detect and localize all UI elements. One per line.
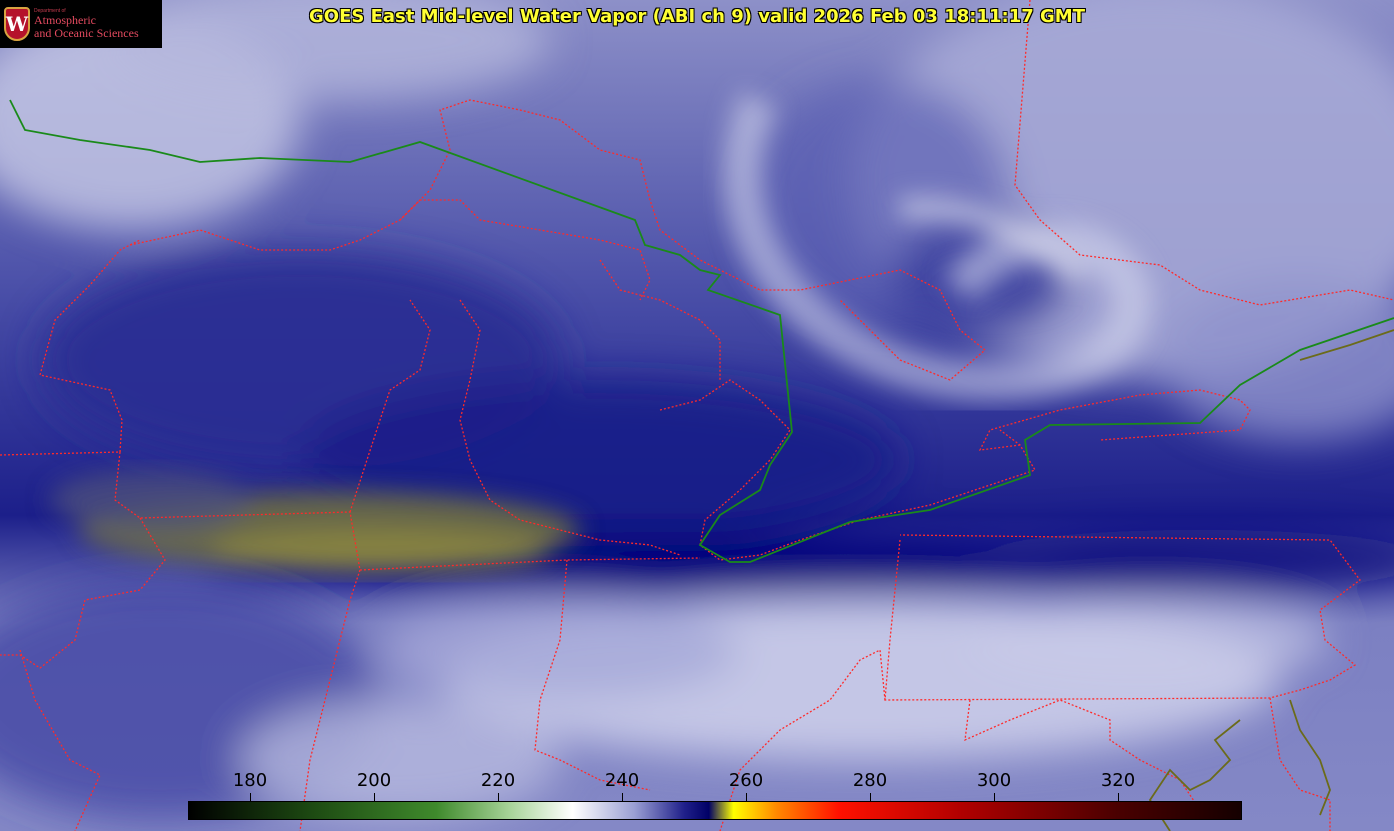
- colorbar-tick-mark: [622, 793, 623, 801]
- colorbar-tick-mark: [250, 793, 251, 801]
- colorbar-tick-label: 180: [232, 770, 268, 791]
- water-vapor-map: [0, 0, 1394, 831]
- logo-text: Department of Atmospheric and Oceanic Sc…: [34, 8, 139, 40]
- uw-aos-logo: W Department of Atmospheric and Oceanic …: [0, 0, 162, 48]
- colorbar-tick-label: 300: [976, 770, 1012, 791]
- colorbar-tick-mark: [498, 793, 499, 801]
- colorbar-tick-mark: [1118, 793, 1119, 801]
- colorbar-tick-label: 280: [852, 770, 888, 791]
- colorbar-tick-label: 320: [1100, 770, 1136, 791]
- logo-line1: Atmospheric: [34, 13, 96, 28]
- colorbar-tick-mark: [374, 793, 375, 801]
- logo-line2: and Oceanic Sciences: [34, 25, 139, 40]
- colorbar-tick-label: 240: [604, 770, 640, 791]
- colorbar-tick-label: 220: [480, 770, 516, 791]
- colorbar-tick-mark: [994, 793, 995, 801]
- colorbar-tick-label: 200: [356, 770, 392, 791]
- colorbar-tick-label: 260: [728, 770, 764, 791]
- colorbar-tick-mark: [746, 793, 747, 801]
- colorbar: [188, 801, 1242, 820]
- colorbar-tick-mark: [870, 793, 871, 801]
- uw-crest-icon: W: [4, 7, 30, 41]
